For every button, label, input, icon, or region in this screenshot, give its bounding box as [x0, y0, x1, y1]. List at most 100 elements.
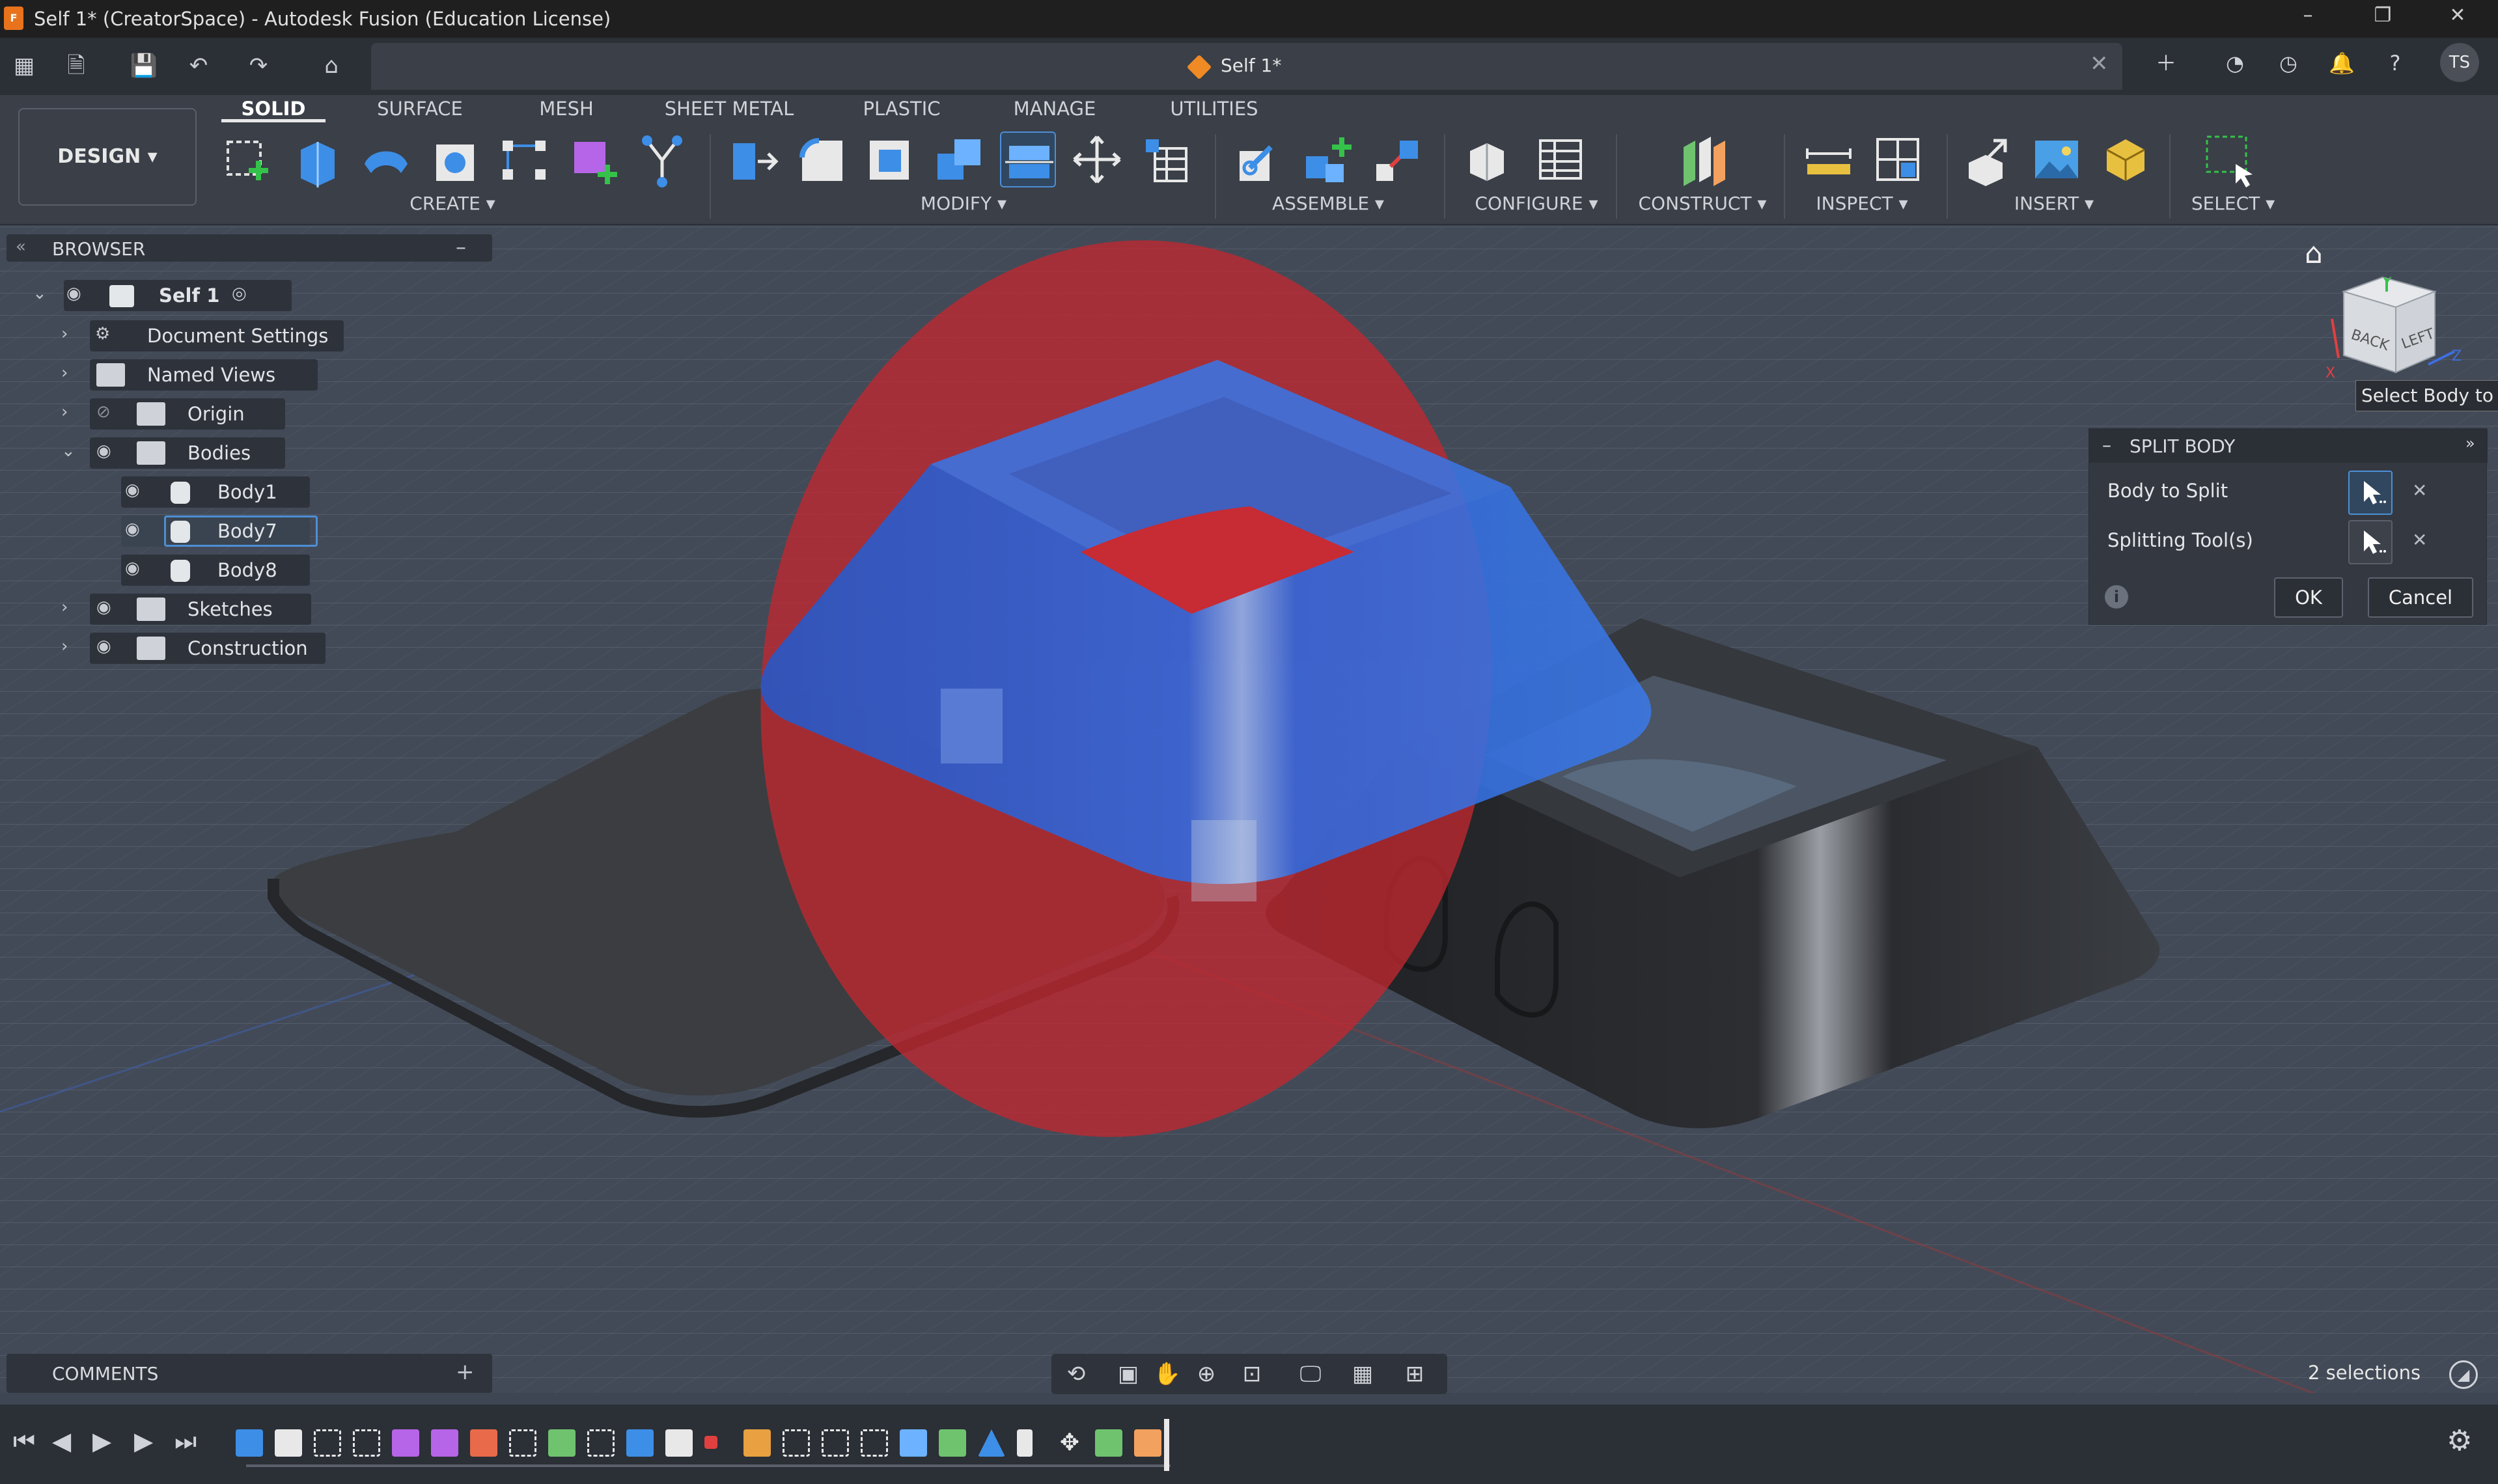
home-view-icon[interactable]: ⌂	[2305, 237, 2323, 270]
eye-icon[interactable]: ◉	[96, 598, 111, 617]
assemble-group-label[interactable]: ASSEMBLE ▾	[1237, 193, 1419, 214]
eye-hidden-icon[interactable]: ⊘	[96, 402, 111, 422]
go-to-end-icon[interactable]: ⏭	[174, 1427, 197, 1456]
tab-utilities[interactable]: UTILITIES	[1152, 95, 1276, 122]
step-back-icon[interactable]: ◀	[52, 1427, 71, 1455]
eye-icon[interactable]: ◉	[125, 558, 140, 578]
notifications-bell-icon[interactable]: 🔔	[2325, 47, 2358, 79]
create-form-tool-icon[interactable]	[565, 131, 621, 187]
tree-item-body1[interactable]: ◉ Body1	[26, 475, 352, 510]
chevron-right-icon[interactable]: ›	[61, 363, 68, 383]
timeline-sketch-icon[interactable]	[822, 1429, 849, 1457]
data-panel-grid-icon[interactable]: ▦	[8, 49, 40, 82]
timeline-plane-icon[interactable]	[1134, 1429, 1161, 1457]
select-tool-icon[interactable]	[2202, 131, 2258, 187]
tab-plastic[interactable]: PLASTIC	[846, 95, 957, 122]
clear-tool-selection-icon[interactable]: ✕	[2412, 529, 2427, 551]
offset-plane-tool-icon[interactable]	[1674, 131, 1730, 187]
split-body-tool-icon[interactable]	[1000, 131, 1056, 187]
timeline-extrude-icon[interactable]	[236, 1429, 263, 1457]
select-group-label[interactable]: SELECT ▾	[2168, 193, 2298, 214]
joint-tool-icon[interactable]	[1230, 131, 1286, 187]
dialog-header[interactable]: – SPLIT BODY »	[2089, 429, 2488, 463]
chevron-right-icon[interactable]: ›	[61, 598, 68, 617]
timeline-shell-icon[interactable]	[665, 1429, 693, 1457]
chevron-right-icon[interactable]: ›	[61, 637, 68, 656]
timeline-plane-icon[interactable]	[939, 1429, 966, 1457]
section-analysis-tool-icon[interactable]	[1870, 131, 1926, 187]
new-component-tool-icon[interactable]	[1299, 131, 1355, 187]
tree-item-body7[interactable]: ◉ Body7	[26, 514, 352, 549]
add-comment-icon[interactable]: +	[456, 1359, 475, 1385]
save-icon[interactable]: 💾	[128, 49, 160, 82]
viewports-icon[interactable]: ⊞	[1396, 1360, 1433, 1388]
restore-icon[interactable]: ❐	[2353, 4, 2412, 27]
tab-mesh[interactable]: MESH	[521, 95, 612, 122]
document-tab[interactable]: Self 1* ✕	[371, 43, 2122, 90]
timeline-sketch-icon[interactable]	[783, 1429, 810, 1457]
new-tab-plus-icon[interactable]: ＋	[2150, 47, 2182, 79]
redo-icon[interactable]: ↷	[242, 49, 275, 82]
timeline-settings-gear-icon[interactable]: ⚙	[2447, 1424, 2472, 1457]
configure-design-tool-icon[interactable]	[1461, 131, 1517, 187]
shell-tool-icon[interactable]	[862, 131, 918, 187]
ok-button[interactable]: OK	[2274, 577, 2343, 618]
timeline-sketch-icon[interactable]	[861, 1429, 888, 1457]
press-pull-tool-icon[interactable]	[724, 131, 780, 187]
as-built-joint-tool-icon[interactable]	[1368, 131, 1424, 187]
tree-item-named-views[interactable]: › Named Views	[26, 358, 352, 393]
fillet-tool-icon[interactable]	[793, 131, 849, 187]
combine-tool-icon[interactable]	[931, 131, 987, 187]
derive-tool-icon[interactable]	[634, 131, 690, 187]
construct-group-label[interactable]: CONSTRUCT ▾	[1608, 193, 1797, 214]
modify-group-label[interactable]: MODIFY ▾	[885, 193, 1042, 214]
insert-mesh-tool-icon[interactable]	[2098, 131, 2154, 187]
file-menu-icon[interactable]: 🗎	[60, 49, 92, 82]
clear-body-selection-icon[interactable]: ✕	[2412, 480, 2427, 501]
configuration-table-tool-icon[interactable]	[1533, 131, 1589, 187]
browser-panel-header[interactable]: « BROWSER –	[7, 234, 492, 262]
cancel-button[interactable]: Cancel	[2368, 577, 2473, 618]
timeline-mirror-icon[interactable]	[978, 1429, 1005, 1457]
tree-item-body8[interactable]: ◉ Body8	[26, 553, 352, 588]
user-avatar[interactable]: TS	[2440, 43, 2479, 82]
timeline-plane-icon[interactable]	[548, 1429, 576, 1457]
timeline-marker[interactable]	[1164, 1419, 1169, 1471]
pan-hand-icon[interactable]: ✋	[1149, 1360, 1186, 1388]
job-status-icon[interactable]: ◷	[2272, 47, 2305, 79]
activate-radio-icon[interactable]: ◎	[232, 284, 247, 303]
look-at-icon[interactable]: ▣	[1110, 1360, 1146, 1388]
create-sketch-tool-icon[interactable]	[220, 131, 276, 187]
timeline-move-copy-icon[interactable]: ✥	[1056, 1429, 1083, 1457]
configure-group-label[interactable]: CONFIGURE ▾	[1452, 193, 1621, 214]
zoom-icon[interactable]: ⊕	[1188, 1360, 1225, 1388]
timeline-joint-icon[interactable]	[704, 1436, 717, 1449]
comments-panel[interactable]: COMMENTS +	[7, 1354, 492, 1393]
canvas-tool-icon[interactable]	[2029, 131, 2085, 187]
timeline-revolve-icon[interactable]	[626, 1429, 654, 1457]
create-group-label[interactable]: CREATE ▾	[378, 193, 527, 214]
fit-icon[interactable]: ⊡	[1234, 1360, 1270, 1388]
change-parameters-tool-icon[interactable]	[1138, 131, 1194, 187]
timeline-sketch-icon[interactable]	[509, 1429, 536, 1457]
revolve-tool-icon[interactable]	[358, 131, 414, 187]
timeline-sketch-icon[interactable]	[353, 1429, 380, 1457]
extensions-icon[interactable]: ◔	[2219, 47, 2251, 79]
minimize-panel-icon[interactable]: –	[456, 234, 466, 259]
insert-group-label[interactable]: INSERT ▾	[1986, 193, 2122, 214]
timeline-sketch-icon[interactable]	[587, 1429, 615, 1457]
move-copy-tool-icon[interactable]	[1069, 131, 1125, 187]
tab-sheet-metal[interactable]: SHEET METAL	[651, 95, 807, 122]
chevron-down-icon[interactable]: ⌄	[33, 284, 47, 303]
help-icon[interactable]: ?	[2379, 47, 2411, 79]
rectangular-pattern-tool-icon[interactable]	[496, 131, 552, 187]
grid-settings-icon[interactable]: ▦	[1344, 1360, 1381, 1388]
eye-icon[interactable]: ◉	[96, 637, 111, 656]
timeline-track[interactable]	[246, 1464, 1171, 1467]
splitting-tools-selector[interactable]	[2348, 520, 2393, 564]
workspace-switcher-button[interactable]: DESIGN ▾	[18, 108, 197, 206]
viewcube[interactable]: BACK LEFT X Y Z	[2324, 273, 2467, 391]
tree-root[interactable]: ⌄ ◉ Self 1 ◎	[26, 279, 292, 314]
close-window-icon[interactable]: ✕	[2428, 4, 2487, 27]
chevron-right-icon[interactable]: ›	[61, 324, 68, 344]
